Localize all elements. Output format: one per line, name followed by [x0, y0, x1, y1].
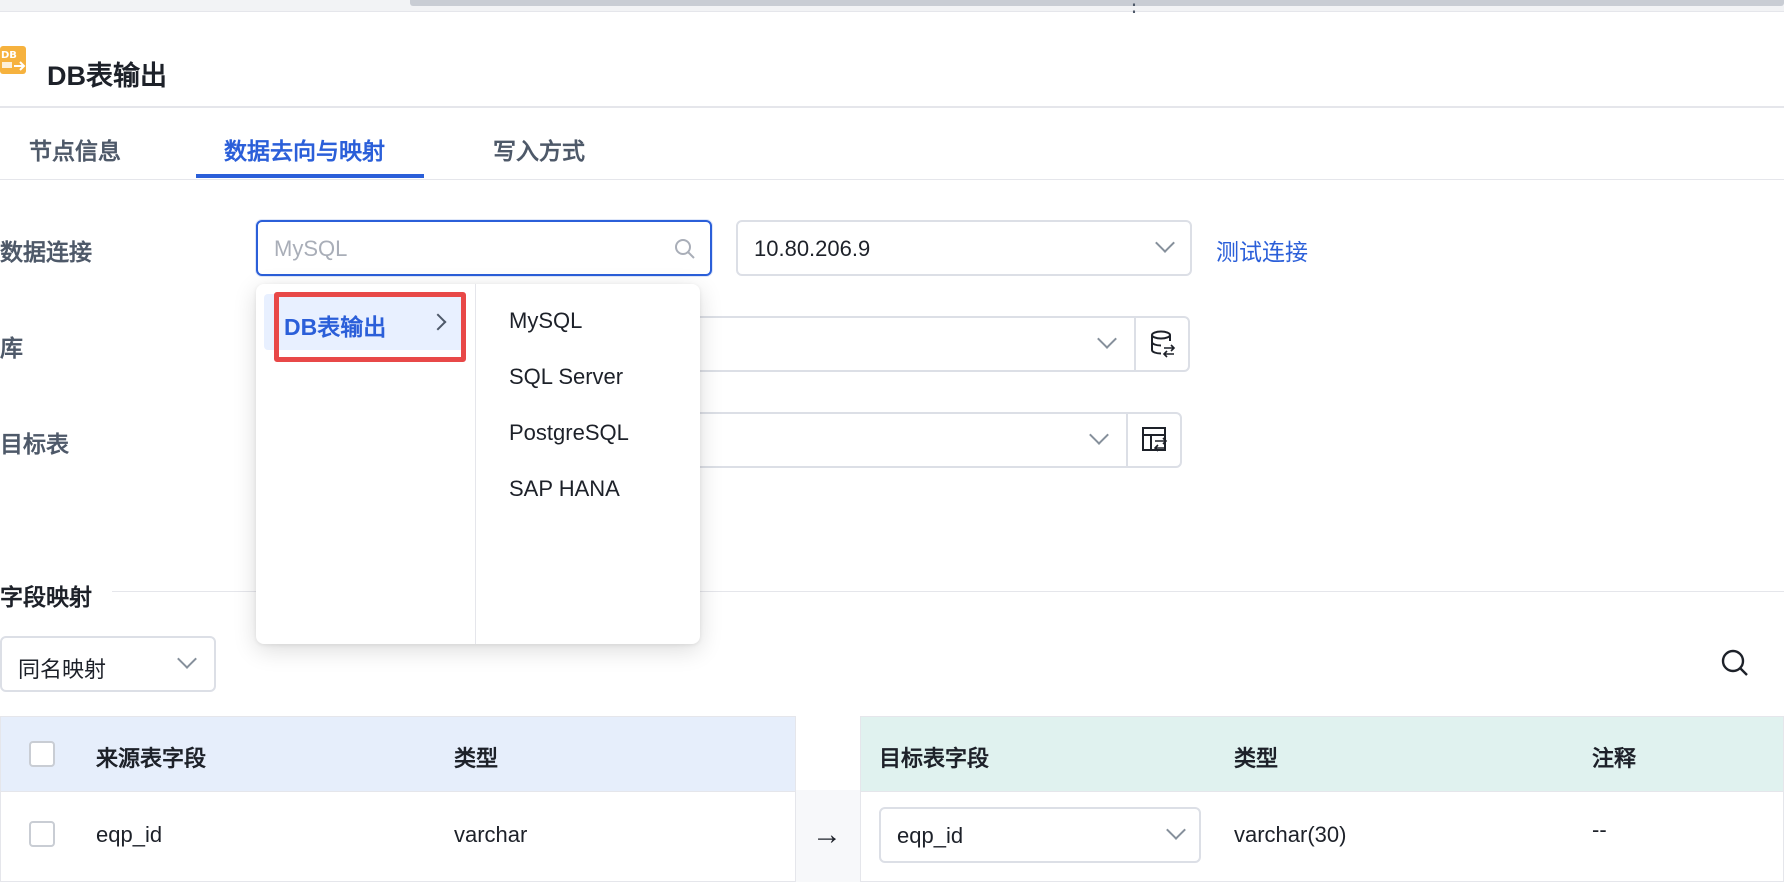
target-field-value: eqp_id	[897, 823, 964, 848]
page-title: DB表输出	[47, 61, 167, 91]
row-divider	[861, 791, 1783, 792]
database-action-button[interactable]	[1134, 316, 1190, 372]
horizontal-scrollbar[interactable]	[0, 0, 1784, 12]
option-mysql[interactable]: MySQL	[509, 308, 582, 334]
tab-write-mode[interactable]: 写入方式	[493, 132, 585, 166]
mapping-arrow-icon: →	[812, 818, 842, 851]
tab-bar: 节点信息 数据去向与映射 写入方式	[0, 108, 1784, 180]
target-table-label: 目标表	[0, 431, 69, 457]
source-type-cell: varchar	[454, 822, 528, 847]
scrollbar-thumb[interactable]	[410, 0, 1784, 6]
annotation-highlight-box	[274, 292, 466, 362]
source-table-header: 来源表字段 类型	[1, 717, 795, 791]
target-type-cell: varchar(30)	[1234, 822, 1347, 847]
search-icon[interactable]	[1720, 648, 1750, 678]
chevron-down-icon	[1166, 820, 1186, 840]
select-all-checkbox[interactable]	[29, 741, 55, 767]
source-type-header: 类型	[454, 746, 499, 771]
target-field-select[interactable]: eqp_id	[879, 807, 1201, 863]
mapping-mode-select[interactable]: 同名映射	[0, 636, 216, 692]
option-postgresql[interactable]: PostgreSQL	[509, 420, 629, 446]
row-divider	[1, 791, 795, 792]
source-field-header: 来源表字段	[96, 746, 207, 771]
dropdown-category-column: DB表输出	[256, 284, 476, 644]
chevron-down-icon	[1089, 425, 1109, 445]
connection-host-value: 10.80.206.9	[754, 236, 871, 261]
row-checkbox[interactable]	[29, 821, 55, 847]
target-table-action-button[interactable]	[1126, 412, 1182, 468]
tab-node-info[interactable]: 节点信息	[29, 132, 121, 166]
db-output-icon: DB	[0, 46, 26, 74]
target-table-header: 目标表字段 类型 注释	[861, 717, 1783, 791]
connection-host-select[interactable]: 10.80.206.9	[736, 220, 1192, 276]
database-icon	[1151, 330, 1176, 358]
connection-type-dropdown: DB表输出 MySQL SQL Server PostgreSQL SAP HA…	[256, 284, 700, 644]
active-tab-indicator	[196, 174, 424, 178]
svg-text:DB: DB	[1, 50, 17, 61]
panel-header: DB DB表输出	[0, 12, 1784, 108]
drag-handle-icon[interactable]: ⋮	[1124, 0, 1146, 15]
target-comment-header: 注释	[1592, 746, 1637, 771]
target-type-header: 类型	[1234, 746, 1279, 771]
connection-type-placeholder: MySQL	[274, 236, 348, 261]
target-field-header: 目标表字段	[879, 746, 990, 771]
mapping-mode-value: 同名映射	[18, 657, 107, 682]
source-field-cell: eqp_id	[96, 822, 163, 847]
option-sql-server[interactable]: SQL Server	[509, 364, 623, 390]
tab-data-destination-mapping[interactable]: 数据去向与映射	[224, 132, 385, 166]
connection-label: 数据连接	[0, 239, 92, 265]
source-field-table: 来源表字段 类型 eqp_id varchar	[0, 716, 796, 882]
connection-type-search-input[interactable]: MySQL	[256, 220, 712, 276]
search-icon	[675, 239, 695, 259]
chevron-down-icon	[1097, 329, 1117, 349]
database-label: 库	[0, 335, 23, 361]
field-mapping-section-title: 字段映射	[0, 584, 92, 610]
table-settings-icon	[1142, 427, 1168, 452]
test-connection-link[interactable]: 测试连接	[1216, 233, 1308, 267]
chevron-down-icon	[177, 649, 197, 669]
option-sap-hana[interactable]: SAP HANA	[509, 476, 620, 502]
target-field-table: 目标表字段 类型 注释 eqp_id varchar(30) --	[860, 716, 1784, 882]
chevron-down-icon	[1155, 233, 1175, 253]
target-comment-cell: --	[1592, 817, 1607, 842]
